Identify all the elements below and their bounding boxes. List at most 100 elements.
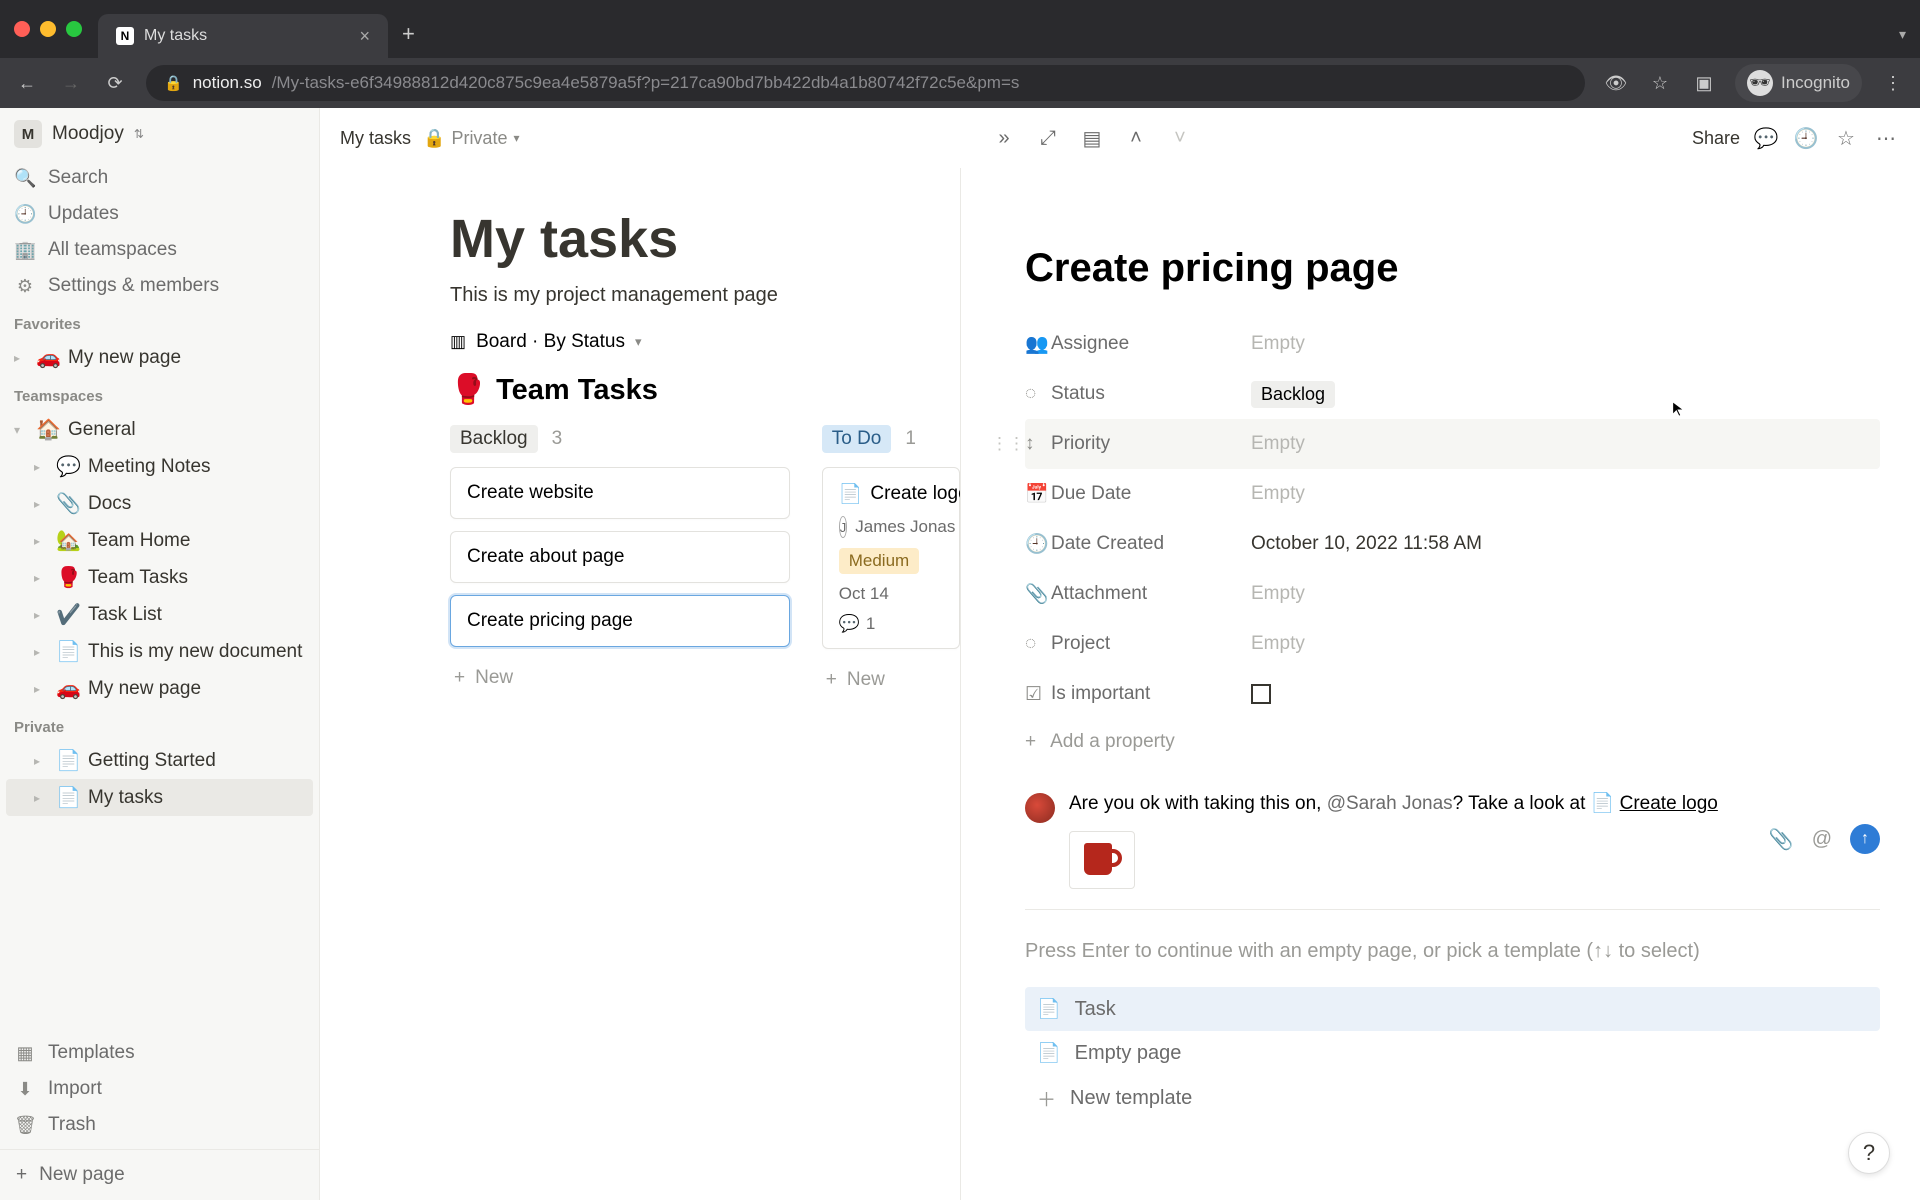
close-tab-icon[interactable]: ×	[359, 26, 370, 47]
disclosure-icon[interactable]: ▸	[34, 608, 48, 622]
sidebar-page[interactable]: ▸💬Meeting Notes	[0, 448, 319, 485]
mention-icon[interactable]: @	[1812, 828, 1832, 851]
workspace-switcher[interactable]: M Moodjoy ⇅	[0, 108, 319, 160]
sidebar-all-teamspaces[interactable]: 🏢All teamspaces	[0, 232, 319, 268]
browser-tab[interactable]: N My tasks ×	[98, 14, 388, 58]
page-reference[interactable]: Create logo	[1620, 793, 1718, 814]
favorite-page[interactable]: ▸ 🚗 My new page	[0, 339, 319, 376]
favorite-star-icon[interactable]: ☆	[1832, 126, 1860, 151]
forward-button[interactable]: →	[58, 73, 84, 94]
template-option[interactable]: 📄Task	[1025, 987, 1880, 1031]
property-value[interactable]: October 10, 2022 11:58 AM	[1251, 533, 1880, 555]
disclosure-icon[interactable]: ▸	[34, 497, 48, 511]
add-property-button[interactable]: + Add a property	[1025, 719, 1880, 765]
sidebar-settings[interactable]: ⚙Settings & members	[0, 268, 319, 304]
attachment-thumbnail[interactable]	[1069, 831, 1135, 889]
property-row[interactable]: ◌StatusBacklog	[1025, 369, 1880, 419]
page-title[interactable]: My tasks	[450, 208, 960, 270]
disclosure-icon[interactable]: ▸	[34, 754, 48, 768]
column-status-tag[interactable]: Backlog	[450, 425, 538, 453]
peek-page-title[interactable]: Create pricing page	[1025, 246, 1880, 291]
share-button[interactable]: Share	[1692, 128, 1740, 149]
new-page-button[interactable]: + New page	[0, 1149, 319, 1200]
help-button[interactable]: ?	[1848, 1132, 1890, 1174]
page-subtitle[interactable]: This is my project management page	[450, 284, 960, 307]
tabs-overflow-icon[interactable]: ▾	[1899, 26, 1906, 43]
eye-off-icon[interactable]: 👁	[1603, 73, 1629, 94]
attach-icon[interactable]: 📎	[1769, 827, 1794, 852]
property-row[interactable]: ☑Is important	[1025, 669, 1880, 719]
maximize-window-button[interactable]	[66, 21, 82, 37]
status-pill[interactable]: Backlog	[1251, 381, 1335, 408]
sidebar-search[interactable]: 🔍Search	[0, 160, 319, 196]
panel-icon[interactable]: ▣	[1691, 73, 1717, 94]
sidebar-page[interactable]: ▸🏡Team Home	[0, 522, 319, 559]
browser-menu-icon[interactable]: ⋮	[1880, 73, 1906, 94]
property-row[interactable]: 📎AttachmentEmpty	[1025, 569, 1880, 619]
disclosure-icon[interactable]: ▸	[34, 571, 48, 585]
sidebar-templates[interactable]: ▦Templates	[0, 1035, 319, 1071]
disclosure-icon[interactable]: ▸	[34, 791, 48, 805]
property-value-empty[interactable]: Empty	[1251, 433, 1880, 455]
sidebar-page[interactable]: ▸🚗My new page	[0, 670, 319, 707]
property-value-empty[interactable]: Empty	[1251, 483, 1880, 505]
property-value-empty[interactable]: Empty	[1251, 633, 1880, 655]
updates-clock-icon[interactable]: 🕘	[1792, 126, 1820, 151]
checkbox-unchecked[interactable]	[1251, 684, 1271, 704]
board-card-selected[interactable]: Create pricing page	[450, 595, 790, 647]
property-row[interactable]: 👥AssigneeEmpty	[1025, 319, 1880, 369]
property-row[interactable]: 📅Due DateEmpty	[1025, 469, 1880, 519]
new-tab-button[interactable]: +	[402, 21, 415, 47]
minimize-window-button[interactable]	[40, 21, 56, 37]
board-card[interactable]: Create about page	[450, 531, 790, 583]
column-status-tag[interactable]: To Do	[822, 425, 892, 453]
user-mention[interactable]: @Sarah Jonas	[1327, 793, 1453, 814]
board-card[interactable]: 📄 Create logo J James Jonas Medium Oct 1…	[822, 467, 960, 649]
property-row[interactable]: ⋮⋮↕PriorityEmpty	[1025, 419, 1880, 469]
incognito-badge[interactable]: 🕶 Incognito	[1735, 64, 1862, 102]
database-title[interactable]: 🥊 Team Tasks	[450, 373, 960, 407]
star-icon[interactable]: ☆	[1647, 73, 1673, 94]
disclosure-icon[interactable]: ▸	[34, 682, 48, 696]
disclosure-icon[interactable]: ▸	[34, 534, 48, 548]
sidebar-import[interactable]: ⬇Import	[0, 1071, 319, 1107]
disclosure-icon[interactable]: ▸	[34, 460, 48, 474]
prev-page-icon[interactable]: ˄	[1122, 127, 1150, 150]
breadcrumb[interactable]: My tasks	[340, 128, 411, 149]
sidebar-page[interactable]: ▸📄This is my new document	[0, 633, 319, 670]
property-row[interactable]: 🕘Date CreatedOctober 10, 2022 11:58 AM	[1025, 519, 1880, 569]
send-comment-button[interactable]: ↑	[1850, 824, 1880, 854]
property-value-empty[interactable]: Empty	[1251, 333, 1880, 355]
sidebar-page[interactable]: ▸📎Docs	[0, 485, 319, 522]
sidebar-trash[interactable]: 🗑Trash	[0, 1107, 319, 1143]
url-input[interactable]: 🔒 notion.so/My-tasks-e6f34988812d420c875…	[146, 65, 1585, 101]
sidebar-page[interactable]: ▸🥊Team Tasks	[0, 559, 319, 596]
collapse-panel-icon[interactable]: »	[990, 127, 1018, 150]
reload-button[interactable]: ⟳	[102, 73, 128, 94]
disclosure-icon[interactable]: ▾	[14, 423, 28, 437]
disclosure-icon[interactable]: ▸	[14, 351, 28, 365]
comment-composer[interactable]: Are you ok with taking this on, @Sarah J…	[1025, 789, 1880, 910]
sharing-scope[interactable]: 🔒 Private ▾	[423, 128, 519, 149]
comment-text[interactable]: Are you ok with taking this on, @Sarah J…	[1069, 789, 1755, 889]
close-window-button[interactable]	[14, 21, 30, 37]
more-icon[interactable]: ⋯	[1872, 126, 1900, 151]
drag-handle-icon[interactable]: ⋮⋮	[991, 434, 1025, 454]
teamspace-general[interactable]: ▾ 🏠 General	[0, 411, 319, 448]
comments-icon[interactable]: 💬	[1752, 126, 1780, 151]
property-row[interactable]: ◌ProjectEmpty	[1025, 619, 1880, 669]
sidebar-page-current[interactable]: ▸📄My tasks	[6, 779, 313, 816]
add-card-button[interactable]: +New	[450, 659, 790, 697]
sidebar-page[interactable]: ▸📄Getting Started	[0, 742, 319, 779]
add-card-button[interactable]: +New	[822, 661, 960, 699]
view-switcher[interactable]: ▥ Board · By Status ▾	[450, 331, 960, 353]
next-page-icon[interactable]: ˅	[1166, 127, 1194, 150]
sidebar-page[interactable]: ▸✔️Task List	[0, 596, 319, 633]
template-option[interactable]: 📄Empty page	[1025, 1031, 1880, 1075]
sidebar-updates[interactable]: 🕘Updates	[0, 196, 319, 232]
template-option[interactable]: ＋New template	[1025, 1075, 1880, 1122]
expand-fullwidth-icon[interactable]: ⤢	[1034, 127, 1062, 150]
peek-mode-icon[interactable]: ▤	[1078, 126, 1106, 151]
board-card[interactable]: Create website	[450, 467, 790, 519]
back-button[interactable]: ←	[14, 73, 40, 94]
